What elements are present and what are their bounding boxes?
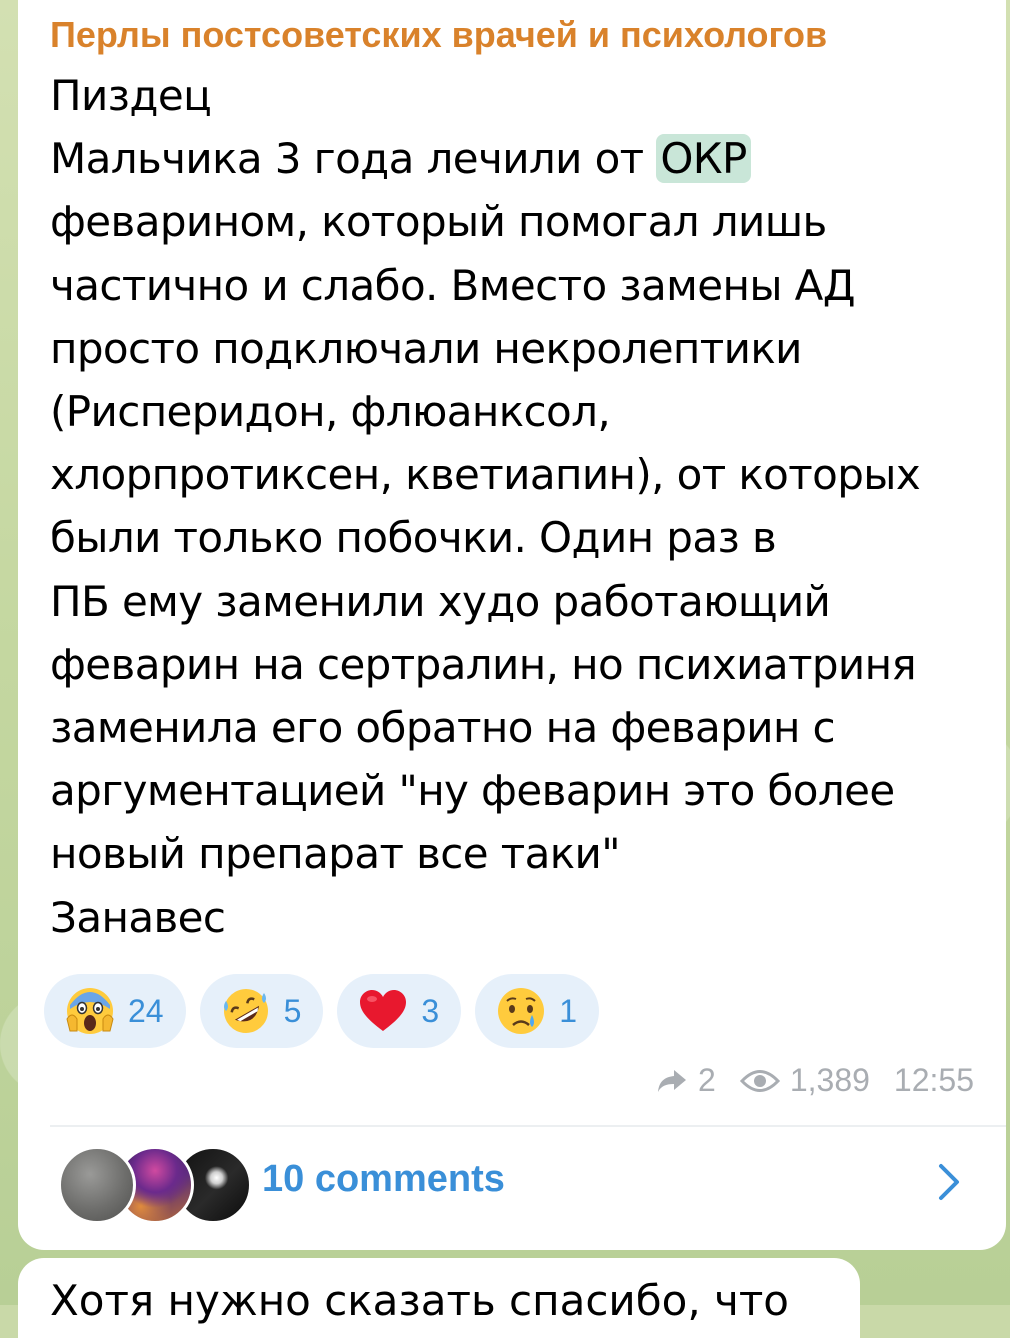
message-line: Мальчика 3 года лечили от ОКР — [50, 127, 980, 190]
screaming-face-icon — [64, 985, 116, 1037]
reaction-count: 24 — [128, 992, 164, 1029]
message-line: аргументацией "ну феварин это более — [50, 766, 895, 816]
reaction-crying-face[interactable]: 1 — [475, 974, 599, 1048]
message-meta: 2 1,389 12:55 — [656, 1062, 974, 1099]
message-line: просто подключали некролептики — [50, 323, 802, 373]
message-text: Пиздец Мальчика 3 года лечили от ОКР фев… — [50, 64, 980, 949]
view-count: 1,389 — [789, 1062, 870, 1098]
comments-divider — [50, 1125, 1006, 1127]
crying-face-icon — [495, 985, 547, 1037]
chevron-right-icon — [936, 1162, 962, 1207]
next-message-bubble: Хотя нужно сказать спасибо, что — [18, 1258, 860, 1338]
red-heart-icon — [357, 985, 409, 1037]
message-line: заменила его обратно на феварин с — [50, 703, 836, 753]
highlighted-term[interactable]: ОКР — [656, 134, 751, 184]
message-line: феварином, который помогал лишь — [50, 197, 827, 247]
forward-icon — [656, 1067, 688, 1095]
channel-name[interactable]: Перлы постсоветских врачей и психологов — [50, 14, 827, 56]
message-line: Занавес — [50, 892, 226, 942]
comments-label: 10 comments — [262, 1158, 505, 1200]
reaction-count: 3 — [421, 992, 440, 1029]
message-line: феварин на сертралин, но психиатриня — [50, 639, 917, 689]
message-line: (Рисперидон, флюанксол, — [50, 387, 611, 437]
message-line: частично и слабо. Вместо замены АД — [50, 260, 856, 310]
rolling-on-floor-laughing-icon — [220, 985, 272, 1037]
message-line: новый препарат все таки" — [50, 829, 621, 879]
reactions-bar: 24 5 3 1 — [44, 974, 599, 1048]
next-message-text: Хотя нужно сказать спасибо, что — [50, 1276, 789, 1325]
message-line: ПБ ему заменили худо работающий — [50, 576, 831, 626]
avatar — [58, 1146, 136, 1224]
message-bubble: Перлы постсоветских врачей и психологов … — [18, 0, 1006, 1250]
reaction-count: 5 — [283, 992, 302, 1029]
reaction-rolling-laughing[interactable]: 5 — [199, 974, 324, 1048]
forward-count: 2 — [698, 1062, 716, 1098]
message-line-text: Мальчика 3 года лечили от — [50, 134, 657, 184]
message-time: 12:55 — [893, 1062, 974, 1098]
reaction-count: 1 — [559, 992, 577, 1029]
comments-button[interactable]: 10 comments — [18, 1128, 1006, 1238]
reaction-red-heart[interactable]: 3 — [337, 974, 462, 1048]
message-line: Пиздец — [50, 71, 212, 120]
views-eye-icon — [739, 1068, 780, 1094]
message-line: были только побочки. Один раз в — [50, 513, 777, 563]
message-line: хлорпротиксен, кветиапин), от которых — [50, 450, 921, 500]
reaction-screaming-face[interactable]: 24 — [44, 974, 186, 1048]
